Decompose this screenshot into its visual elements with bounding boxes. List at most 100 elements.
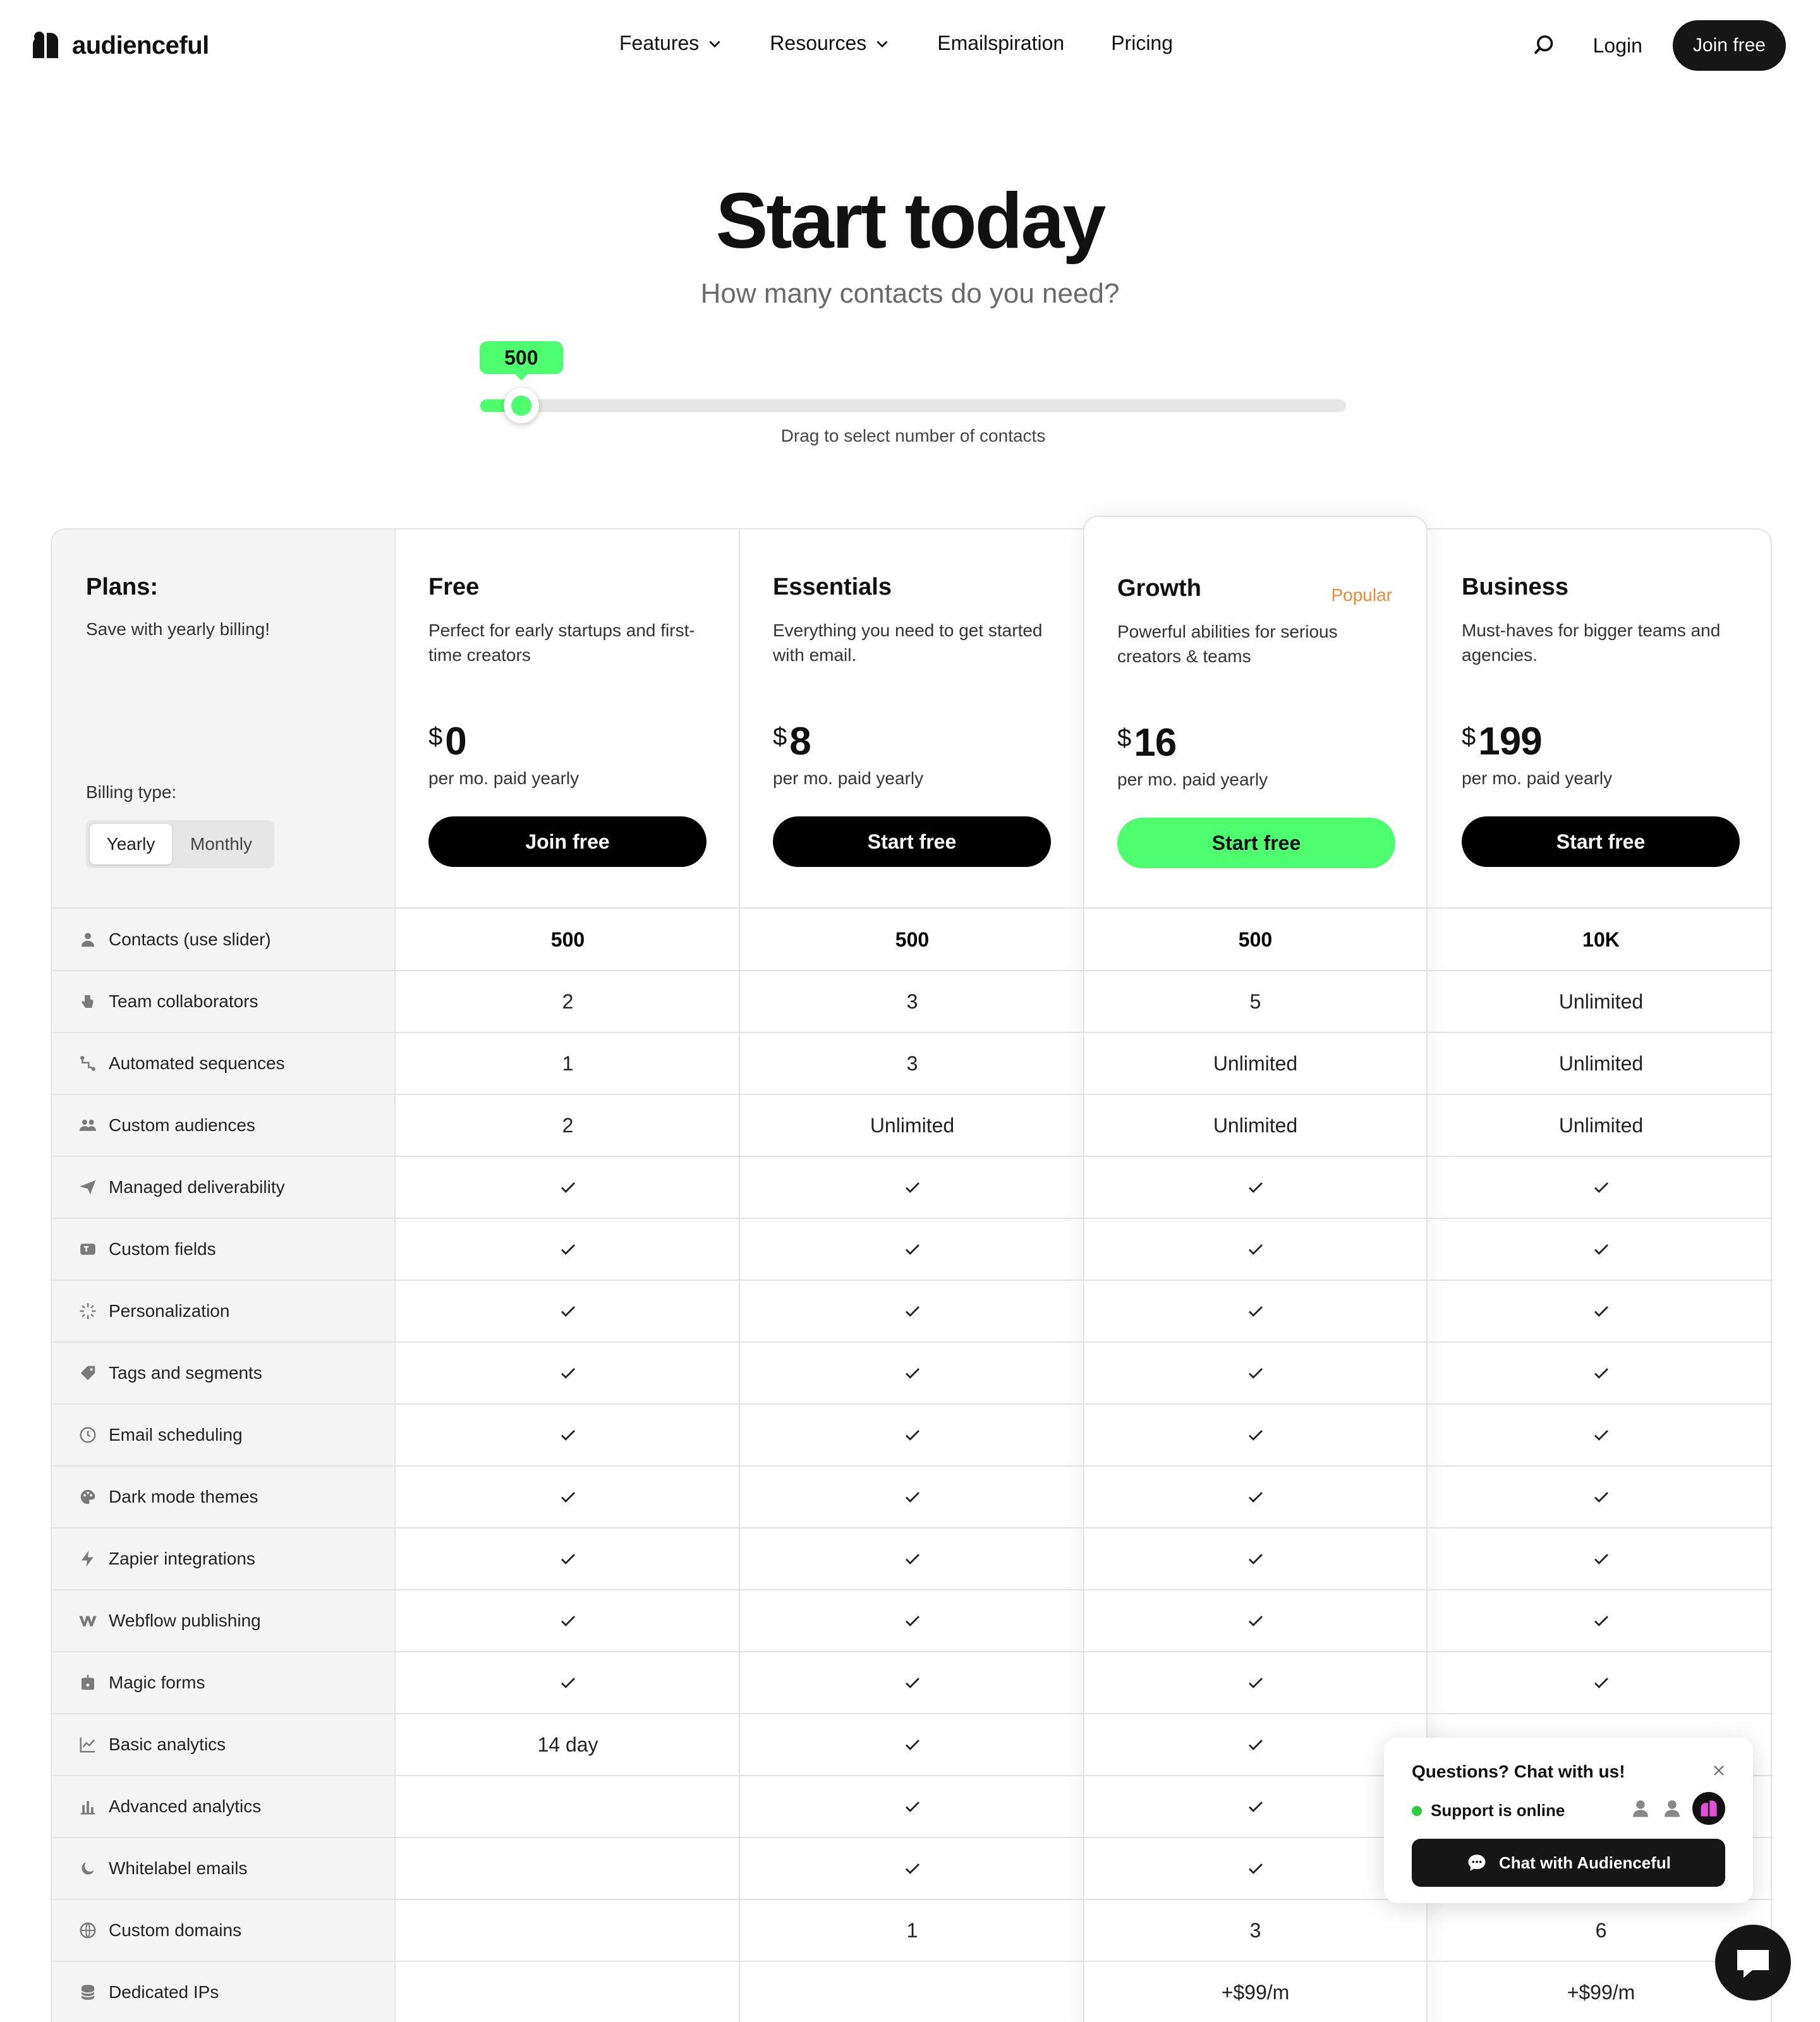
check-icon bbox=[561, 1492, 575, 1503]
check-icon bbox=[905, 1492, 919, 1503]
feature-cell: Unlimited bbox=[1213, 1113, 1298, 1137]
line-chart-icon bbox=[78, 1735, 97, 1754]
plan-price: $199 bbox=[1462, 719, 1543, 764]
page-subtitle: How many contacts do you need? bbox=[700, 278, 1120, 309]
feature-label-row: Personalization bbox=[52, 1280, 396, 1342]
clock-icon bbox=[78, 1426, 97, 1444]
join-free-button[interactable]: Join free bbox=[1672, 20, 1786, 71]
check-icon bbox=[561, 1182, 575, 1193]
slider-track[interactable] bbox=[480, 399, 1346, 412]
start-free-essentials-button[interactable]: Start free bbox=[773, 816, 1051, 867]
plan-period: per mo. paid yearly bbox=[428, 768, 579, 788]
feature-cell bbox=[396, 1961, 740, 2022]
database-icon bbox=[78, 1983, 97, 2002]
chat-avatars bbox=[1629, 1792, 1725, 1825]
billing-option-yearly[interactable]: Yearly bbox=[90, 824, 172, 864]
nav-link-features[interactable]: Features bbox=[619, 32, 723, 55]
check-icon bbox=[1248, 1678, 1263, 1688]
nav-link-emailspiration[interactable]: Emailspiration bbox=[937, 32, 1064, 55]
check-icon bbox=[1248, 1554, 1263, 1565]
feature-cell bbox=[396, 1466, 740, 1528]
close-icon[interactable] bbox=[1711, 1763, 1726, 1778]
chevron-down-icon bbox=[709, 40, 720, 47]
feature-label-row: Magic forms bbox=[52, 1652, 396, 1714]
plan-name: Business bbox=[1462, 574, 1568, 600]
billing-option-monthly[interactable]: Monthly bbox=[172, 824, 270, 864]
chat-launcher-button[interactable] bbox=[1715, 1925, 1791, 2001]
feature-label-row: Advanced analytics bbox=[52, 1776, 396, 1837]
check-icon bbox=[561, 1616, 575, 1626]
feature-cell: Unlimited bbox=[1558, 1113, 1644, 1137]
bolt-icon bbox=[78, 1549, 97, 1568]
search-icon[interactable] bbox=[1531, 33, 1556, 58]
feature-cell: 14 day bbox=[537, 1733, 598, 1756]
check-icon bbox=[561, 1430, 575, 1441]
price-currency: $ bbox=[1462, 723, 1476, 751]
chat-with-audienceful-button[interactable]: Chat with Audienceful bbox=[1412, 1839, 1725, 1887]
nav-link-resources[interactable]: Resources bbox=[770, 32, 890, 55]
price-amount: 8 bbox=[789, 720, 811, 763]
moon-icon bbox=[78, 1859, 97, 1878]
chat-title: Questions? Chat with us! bbox=[1412, 1762, 1625, 1781]
feature-cell bbox=[1429, 1156, 1773, 1218]
price-amount: 16 bbox=[1134, 721, 1177, 765]
plan-description: Must-haves for bigger teams and agencies… bbox=[1462, 621, 1721, 665]
slider-value-bubble: 500 bbox=[479, 341, 563, 380]
online-dot-icon bbox=[1412, 1805, 1422, 1816]
start-free-growth-button[interactable]: Start free bbox=[1117, 818, 1395, 868]
feature-cell: 500 bbox=[1238, 928, 1273, 951]
feature-cell: 5 bbox=[1249, 990, 1261, 1013]
billing-toggle[interactable]: Yearly Monthly bbox=[86, 820, 274, 868]
plan-price: $8 bbox=[773, 719, 811, 764]
logo-mark-icon bbox=[33, 32, 58, 58]
check-icon bbox=[905, 1244, 919, 1255]
chat-popup: Questions? Chat with us! Support is onli… bbox=[1384, 1738, 1753, 1903]
logo-mark-icon bbox=[1701, 1800, 1717, 1817]
feature-cell bbox=[740, 1837, 1084, 1899]
check-icon bbox=[561, 1368, 575, 1379]
check-icon bbox=[1248, 1182, 1263, 1193]
feature-cell bbox=[1429, 1590, 1773, 1652]
feature-cell bbox=[396, 1837, 740, 1899]
feature-cell bbox=[740, 1714, 1084, 1776]
feature-cell bbox=[740, 1280, 1084, 1342]
feature-cell bbox=[740, 1156, 1084, 1218]
feature-label-row: Custom audiences bbox=[52, 1094, 396, 1156]
feature-cell: Unlimited bbox=[1558, 1051, 1644, 1075]
nav-link-label: Resources bbox=[770, 32, 867, 54]
feature-cell bbox=[740, 1652, 1084, 1714]
login-link[interactable]: Login bbox=[1593, 34, 1642, 58]
feature-label-row: Zapier integrations bbox=[52, 1528, 396, 1590]
check-icon bbox=[561, 1244, 575, 1255]
plan-description: Perfect for early startups and first-tim… bbox=[428, 621, 695, 665]
plan-description: Everything you need to get started with … bbox=[773, 621, 1043, 665]
feature-cell bbox=[396, 1528, 740, 1590]
nav-link-pricing[interactable]: Pricing bbox=[1111, 32, 1173, 55]
slider-thumb[interactable] bbox=[503, 388, 539, 423]
feature-cell bbox=[1429, 1404, 1773, 1466]
feature-cell: 1 bbox=[906, 1918, 918, 1942]
plan-period: per mo. paid yearly bbox=[1117, 770, 1268, 789]
contacts-slider[interactable]: 500 Drag to select number of contacts bbox=[479, 341, 1346, 455]
feature-cell bbox=[396, 1156, 740, 1218]
plan-period: per mo. paid yearly bbox=[773, 768, 924, 788]
check-icon bbox=[905, 1554, 919, 1565]
logo[interactable]: audienceful bbox=[30, 30, 209, 61]
check-icon bbox=[905, 1616, 919, 1626]
nav-link-label: Emailspiration bbox=[937, 32, 1065, 54]
tag-icon bbox=[78, 1364, 97, 1383]
popular-badge: Popular bbox=[1331, 585, 1392, 605]
feature-cell bbox=[740, 1776, 1084, 1837]
feature-cell bbox=[740, 1404, 1084, 1466]
join-free-plan-button[interactable]: Join free bbox=[428, 816, 707, 867]
feature-label: Managed deliverability bbox=[109, 1177, 285, 1197]
feature-cell: 2 bbox=[562, 990, 574, 1013]
feature-label-row: Whitelabel emails bbox=[52, 1837, 396, 1899]
feature-cell bbox=[1083, 1652, 1428, 1714]
palette-icon bbox=[78, 1487, 97, 1506]
chat-status-text: Support is online bbox=[1431, 1801, 1565, 1820]
nav-links: Features Resources Emailspiration Pricin… bbox=[619, 32, 1220, 55]
feature-label: Webflow publishing bbox=[109, 1611, 261, 1630]
plan-name: Essentials bbox=[773, 574, 892, 600]
start-free-business-button[interactable]: Start free bbox=[1462, 816, 1740, 867]
